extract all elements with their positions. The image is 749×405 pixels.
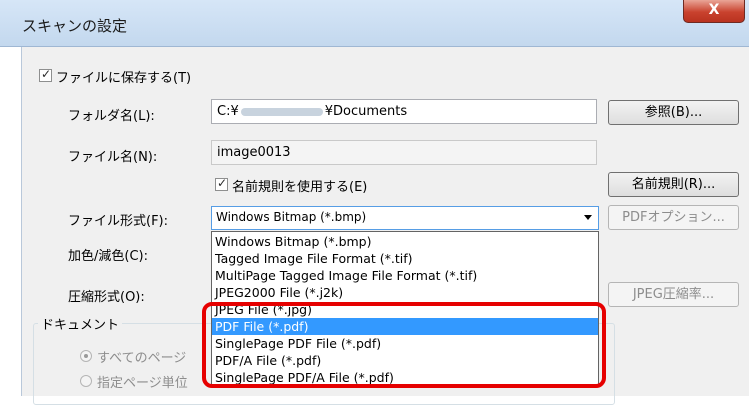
save-to-file-checkbox[interactable] [39, 67, 52, 82]
folder-value-prefix: C:¥ [217, 104, 239, 119]
folder-input[interactable]: C:¥ ¥Documents [211, 99, 597, 124]
filename-field[interactable]: image0013 [211, 140, 597, 165]
pdf-options-button[interactable]: PDFオプション... [608, 205, 739, 230]
document-group-title: ドキュメント [38, 314, 123, 333]
redacted-username [240, 107, 323, 116]
naming-rule-button[interactable]: 名前規則(R)... [608, 172, 739, 197]
jpeg-compression-button[interactable]: JPEG圧縮率... [608, 282, 739, 307]
folder-label: フォルダ名(L): [68, 109, 155, 124]
title-bar: スキャンの設定 X [0, 0, 749, 47]
file-format-label: ファイル形式(F): [68, 214, 169, 229]
browse-button[interactable]: 参照(B)... [608, 100, 739, 125]
scan-settings-dialog: スキャンの設定 X ファイルに保存する(T) フォルダ名(L): C:¥ ¥Doc… [0, 0, 749, 405]
all-pages-label: すべてのページ [97, 351, 187, 366]
folder-value-suffix: ¥Documents [324, 104, 408, 119]
file-format-select[interactable]: Windows Bitmap (*.bmp) [211, 206, 599, 230]
format-option-tif[interactable]: Tagged Image File Format (*.tif) [212, 250, 598, 267]
close-button[interactable]: X [683, 0, 745, 23]
filename-label: ファイル名(N): [68, 150, 158, 165]
per-page-label: 指定ページ単位 [97, 376, 188, 391]
window-title: スキャンの設定 [22, 17, 128, 35]
format-option-j2k[interactable]: JPEG2000 File (*.j2k) [212, 284, 598, 301]
per-page-radio[interactable] [80, 375, 92, 387]
file-format-selected: Windows Bitmap (*.bmp) [216, 210, 367, 224]
pdf-options-highlight [202, 302, 606, 388]
color-reduction-label: 加色/減色(C): [68, 249, 148, 264]
naming-rule-checkbox[interactable] [215, 176, 228, 191]
all-pages-radio[interactable] [80, 350, 92, 362]
save-to-file-label: ファイルに保存する(T) [56, 71, 192, 86]
compression-label: 圧縮形式(O): [68, 290, 145, 305]
chevron-down-icon [584, 215, 592, 220]
naming-rule-label: 名前規則を使用する(E) [232, 180, 368, 195]
format-option-bmp[interactable]: Windows Bitmap (*.bmp) [212, 233, 598, 250]
format-option-multipage-tif[interactable]: MultiPage Tagged Image File Format (*.ti… [212, 267, 598, 284]
